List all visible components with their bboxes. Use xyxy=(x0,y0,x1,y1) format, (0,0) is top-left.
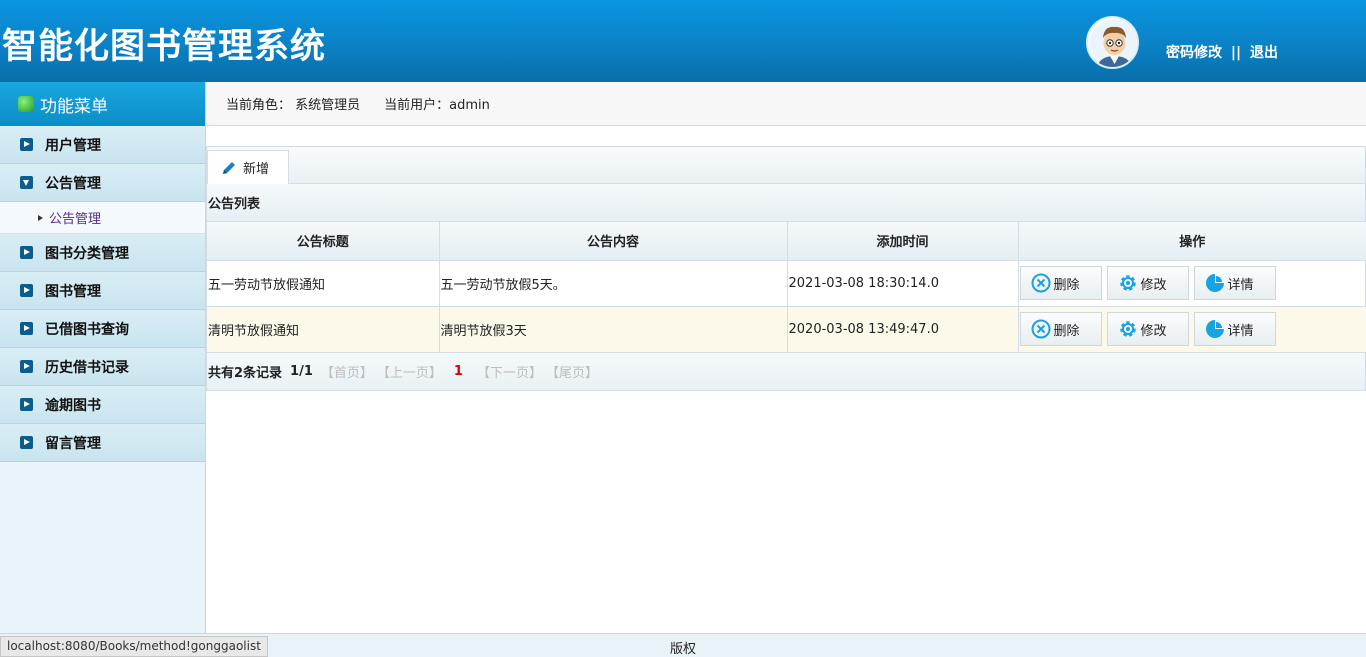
copyright: 版权 xyxy=(670,642,697,657)
sidebar-item-borrowed-books[interactable]: 已借图书查询 xyxy=(0,310,205,348)
sidebar-item-notice-management[interactable]: 公告管理 xyxy=(0,164,205,202)
detail-label: 详情 xyxy=(1227,323,1254,339)
next-page-link[interactable]: 【下一页】 xyxy=(477,362,542,381)
column-header-actions: 操作 xyxy=(1018,222,1366,261)
current-page-number: 1 xyxy=(453,363,463,379)
sidebar-item-label: 图书管理 xyxy=(45,283,101,300)
app-title: 智能化图书管理系统 xyxy=(2,27,327,67)
sidebar-item-label: 图书分类管理 xyxy=(45,245,129,262)
logout-link[interactable]: 退出 xyxy=(1250,45,1278,61)
cell-content: 五一劳动节放假5天。 xyxy=(439,260,788,307)
page-indicator: 1/1 xyxy=(290,363,313,379)
edit-button[interactable]: 修改 xyxy=(1106,312,1189,346)
sidebar-subitem-notice-management[interactable]: 公告管理 xyxy=(0,202,205,234)
expand-arrow-icon xyxy=(20,322,33,335)
info-bar: 当前角色： 系统管理员 当前用户：admin xyxy=(206,82,1366,126)
column-header-time: 添加时间 xyxy=(787,222,1019,261)
delete-circle-x-icon xyxy=(1031,273,1050,293)
pie-chart-icon xyxy=(1205,274,1224,292)
notice-table: 公告标题 公告内容 添加时间 操作 五一劳动节放假通知 五一劳动节放假5天。 2… xyxy=(207,222,1366,353)
expand-arrow-icon xyxy=(20,246,33,259)
sidebar: 功能菜单 用户管理 公告管理 公告管理 图书分类管理 图书管理 已借图书查询 历… xyxy=(0,82,206,633)
edit-label: 修改 xyxy=(1140,323,1167,339)
cell-title: 清明节放假通知 xyxy=(207,306,440,353)
sidebar-item-message-management[interactable]: 留言管理 xyxy=(0,424,205,462)
list-title: 公告列表 xyxy=(207,184,1365,222)
sidebar-item-label: 留言管理 xyxy=(45,435,101,452)
current-role: 当前角色： 系统管理员 xyxy=(226,98,361,113)
sidebar-item-book-category[interactable]: 图书分类管理 xyxy=(0,234,205,272)
sidebar-item-overdue-books[interactable]: 逾期图书 xyxy=(0,386,205,424)
delete-label: 删除 xyxy=(1053,277,1080,293)
sidebar-item-borrow-history[interactable]: 历史借书记录 xyxy=(0,348,205,386)
detail-label: 详情 xyxy=(1227,277,1254,293)
add-button[interactable]: 新增 xyxy=(207,150,289,184)
notice-panel: 新增 公告列表 公告标题 公告内容 添加时间 操作 五一劳动节放假通知 五一劳动… xyxy=(206,146,1366,391)
cell-title: 五一劳动节放假通知 xyxy=(207,260,440,307)
header-links: 密码修改 || 退出 xyxy=(1166,42,1278,62)
column-header-title: 公告标题 xyxy=(207,222,440,261)
delete-button[interactable]: 删除 xyxy=(1019,312,1102,346)
pagination: 共有2条记录 1/1 【首页】 【上一页】 1 【下一页】 【尾页】 xyxy=(207,352,1365,390)
menu-title-label: 功能菜单 xyxy=(40,96,108,117)
avatar xyxy=(1086,16,1139,69)
detail-button[interactable]: 详情 xyxy=(1193,312,1276,346)
bullet-triangle-icon xyxy=(38,214,43,221)
total-records: 共有2条记录 xyxy=(208,365,283,381)
edit-label: 修改 xyxy=(1140,277,1167,293)
expand-arrow-icon xyxy=(20,436,33,449)
sidebar-item-label: 公告管理 xyxy=(45,175,101,192)
table-header-row: 公告标题 公告内容 添加时间 操作 xyxy=(207,222,1366,261)
expand-arrow-icon xyxy=(20,360,33,373)
cell-content: 清明节放假3天 xyxy=(439,306,788,353)
cube-icon xyxy=(18,96,34,112)
header-bar: 智能化图书管理系统 密码修改 || 退出 xyxy=(0,0,1366,82)
column-header-content: 公告内容 xyxy=(439,222,788,261)
sidebar-item-label: 历史借书记录 xyxy=(45,359,129,376)
delete-circle-x-icon xyxy=(1031,319,1050,339)
browser-status-url: localhost:8080/Books/method!gonggaolist xyxy=(0,636,268,657)
expand-arrow-icon xyxy=(20,138,33,151)
sidebar-item-user-management[interactable]: 用户管理 xyxy=(0,126,205,164)
first-page-link[interactable]: 【首页】 xyxy=(321,362,373,381)
collapse-arrow-icon xyxy=(20,176,33,189)
pie-chart-icon xyxy=(1205,320,1224,338)
table-row: 清明节放假通知 清明节放假3天 2020-03-08 13:49:47.0 删除… xyxy=(207,306,1366,353)
menu-title: 功能菜单 xyxy=(0,82,205,126)
sidebar-subitem-label: 公告管理 xyxy=(49,212,102,227)
sidebar-item-book-management[interactable]: 图书管理 xyxy=(0,272,205,310)
sidebar-item-label: 已借图书查询 xyxy=(45,321,129,338)
main-content: 当前角色： 系统管理员 当前用户：admin 新增 公告列表 公告标题 公告内容 xyxy=(206,82,1366,633)
expand-arrow-icon xyxy=(20,284,33,297)
last-page-link[interactable]: 【尾页】 xyxy=(546,362,598,381)
toolbar: 新增 xyxy=(207,147,1365,184)
prev-page-link[interactable]: 【上一页】 xyxy=(377,362,442,381)
change-password-link[interactable]: 密码修改 xyxy=(1166,45,1222,61)
detail-button[interactable]: 详情 xyxy=(1193,266,1276,300)
table-row: 五一劳动节放假通知 五一劳动节放假5天。 2021-03-08 18:30:14… xyxy=(207,260,1366,307)
cell-time: 2021-03-08 18:30:14.0 xyxy=(787,260,1019,307)
edit-button[interactable]: 修改 xyxy=(1106,266,1189,300)
add-button-label: 新增 xyxy=(243,162,270,177)
cell-time: 2020-03-08 13:49:47.0 xyxy=(787,306,1019,353)
cell-actions: 删除 修改 详情 xyxy=(1018,260,1366,307)
cell-actions: 删除 修改 详情 xyxy=(1018,306,1366,353)
sidebar-item-label: 逾期图书 xyxy=(45,397,101,414)
current-user: 当前用户：admin xyxy=(384,98,490,113)
link-separator: || xyxy=(1230,45,1242,61)
gear-icon xyxy=(1119,275,1136,291)
delete-label: 删除 xyxy=(1053,323,1080,339)
gear-icon xyxy=(1119,321,1136,337)
sidebar-item-label: 用户管理 xyxy=(45,137,101,154)
delete-button[interactable]: 删除 xyxy=(1019,266,1102,300)
pencil-icon xyxy=(223,161,235,174)
expand-arrow-icon xyxy=(20,398,33,411)
